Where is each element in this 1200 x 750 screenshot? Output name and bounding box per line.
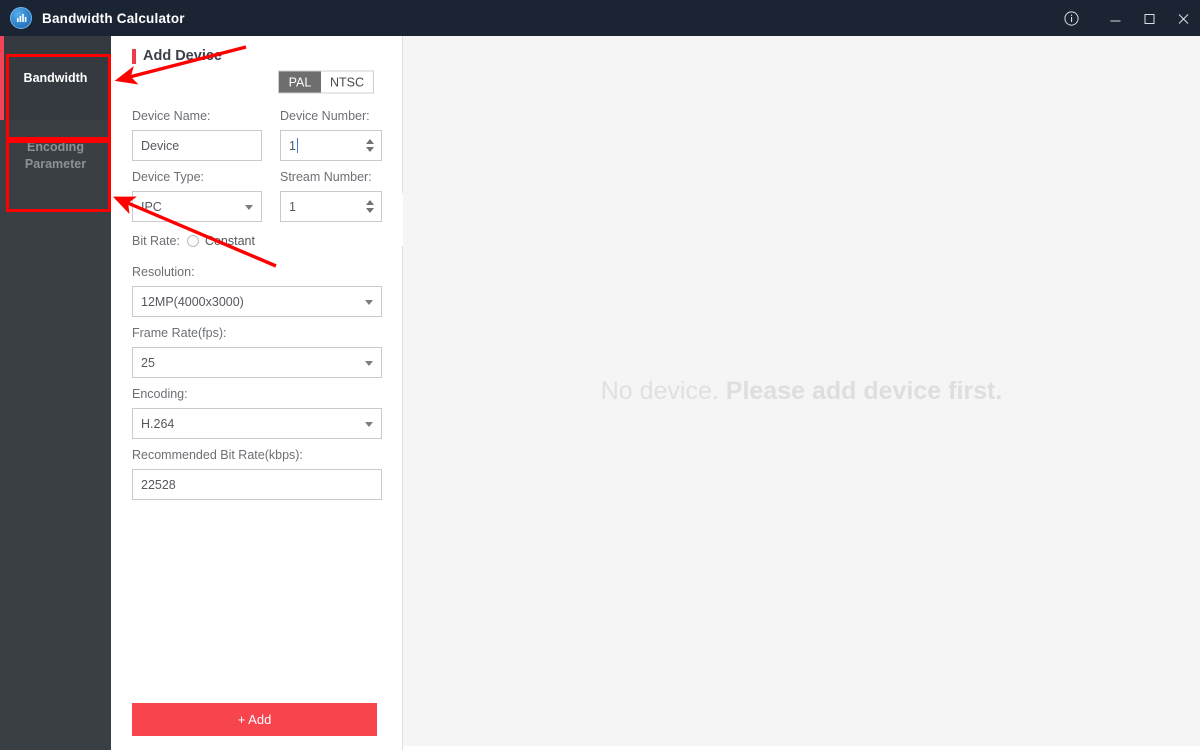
text-caret	[296, 138, 298, 153]
field-bit-rate: Bit Rate: Constant	[111, 231, 403, 251]
form-row-recommended-bit-rate: Recommended Bit Rate(kbps): 22528	[111, 447, 403, 500]
window-controls	[1054, 0, 1200, 36]
sidebar-item-label: Bandwidth	[23, 70, 88, 85]
recommended-bit-rate-label: Recommended Bit Rate(kbps):	[132, 448, 303, 462]
field-device-type: Device Type: IPC	[132, 169, 262, 222]
form-row-encoding: Encoding: H.264	[111, 386, 403, 439]
page-title: Add Device	[143, 48, 222, 64]
video-standard-option-ntsc[interactable]: NTSC	[320, 71, 373, 93]
panel-heading: Add Device	[132, 48, 222, 64]
sidebar-item-label: Encoding Parameter	[24, 140, 87, 171]
add-device-panel: Add Device PAL NTSC Device Name: Device …	[111, 36, 403, 750]
spinner-down-icon[interactable]	[366, 208, 374, 213]
maximize-icon[interactable]	[1132, 0, 1166, 36]
title-bar: Bandwidth Calculator	[0, 0, 1200, 36]
add-button[interactable]: + Add	[132, 703, 377, 736]
close-icon[interactable]	[1166, 0, 1200, 36]
bit-rate-radio-constant[interactable]	[186, 235, 199, 247]
spinner-up-icon[interactable]	[366, 200, 374, 205]
resolution-label: Resolution:	[132, 265, 195, 279]
chevron-down-icon	[365, 299, 373, 305]
encoding-value: H.264	[141, 416, 175, 431]
frame-rate-label: Frame Rate(fps):	[132, 326, 227, 340]
device-type-label: Device Type:	[132, 170, 205, 184]
form-row-name-number: Device Name: Device Device Number: 1	[111, 108, 403, 161]
sidebar: Bandwidth Encoding Parameter	[0, 36, 111, 750]
video-standard-option-pal[interactable]: PAL	[278, 71, 321, 93]
field-device-name: Device Name: Device	[132, 108, 262, 161]
empty-state-message: No device. Please add device first.	[601, 377, 1003, 406]
device-list-area: No device. Please add device first.	[403, 36, 1200, 746]
heading-accent-bar	[132, 48, 136, 64]
chevron-down-icon	[365, 421, 373, 427]
frame-rate-select[interactable]: 25	[132, 347, 382, 378]
field-resolution: Resolution: 12MP(4000x3000)	[132, 264, 382, 317]
recommended-bit-rate-input[interactable]: 22528	[132, 469, 382, 500]
sidebar-item-encoding-parameter[interactable]: Encoding Parameter	[0, 120, 111, 192]
frame-rate-value: 25	[141, 355, 155, 370]
chevron-down-icon	[365, 360, 373, 366]
device-name-input[interactable]: Device	[132, 130, 262, 161]
stream-number-stepper[interactable]: 1	[280, 191, 382, 222]
device-number-stepper[interactable]: 1	[280, 130, 382, 161]
device-form: Device Name: Device Device Number: 1 Dev…	[111, 108, 403, 508]
device-type-select[interactable]: IPC	[132, 191, 262, 222]
field-stream-number: Stream Number: 1	[280, 169, 382, 222]
encoding-select[interactable]: H.264	[132, 408, 382, 439]
stream-number-spinner[interactable]	[366, 199, 374, 215]
minimize-icon[interactable]	[1098, 0, 1132, 36]
encoding-label: Encoding:	[132, 387, 188, 401]
spinner-up-icon[interactable]	[366, 139, 374, 144]
form-row-type-stream: Device Type: IPC Stream Number: 1	[111, 169, 403, 222]
device-number-value: 1	[289, 138, 296, 153]
form-row-frame-rate: Frame Rate(fps): 25	[111, 325, 403, 378]
stream-number-label: Stream Number:	[280, 170, 372, 184]
device-number-label: Device Number:	[280, 109, 370, 123]
field-encoding: Encoding: H.264	[132, 386, 382, 439]
chevron-down-icon	[245, 204, 253, 210]
field-device-number: Device Number: 1	[280, 108, 382, 161]
resolution-value: 12MP(4000x3000)	[141, 294, 244, 309]
spinner-down-icon[interactable]	[366, 147, 374, 152]
window-title: Bandwidth Calculator	[42, 10, 185, 26]
empty-state-text-normal: No device.	[600, 376, 726, 405]
empty-state-text-bold: Please add device first.	[725, 376, 1003, 405]
recommended-bit-rate-value: 22528	[141, 477, 176, 492]
application-window: Bandwidth Calculator Bandwidth Encoding …	[0, 0, 1200, 750]
stream-number-value: 1	[289, 199, 296, 214]
info-circle-icon[interactable]	[1054, 0, 1088, 36]
device-name-label: Device Name:	[132, 109, 211, 123]
field-recommended-bit-rate: Recommended Bit Rate(kbps): 22528	[132, 447, 382, 500]
field-frame-rate: Frame Rate(fps): 25	[132, 325, 382, 378]
form-row-resolution: Resolution: 12MP(4000x3000)	[111, 264, 403, 317]
device-number-spinner[interactable]	[366, 138, 374, 154]
video-standard-toggle[interactable]: PAL NTSC	[277, 70, 374, 94]
device-name-value: Device	[141, 138, 180, 153]
bit-rate-radio-label: Constant	[204, 234, 255, 248]
bit-rate-label: Bit Rate:	[132, 234, 180, 248]
resolution-select[interactable]: 12MP(4000x3000)	[132, 286, 382, 317]
sidebar-item-bandwidth[interactable]: Bandwidth	[0, 36, 111, 120]
bandwidth-logo-icon	[10, 7, 32, 29]
bottom-bar	[403, 746, 1200, 750]
device-type-value: IPC	[141, 199, 162, 214]
